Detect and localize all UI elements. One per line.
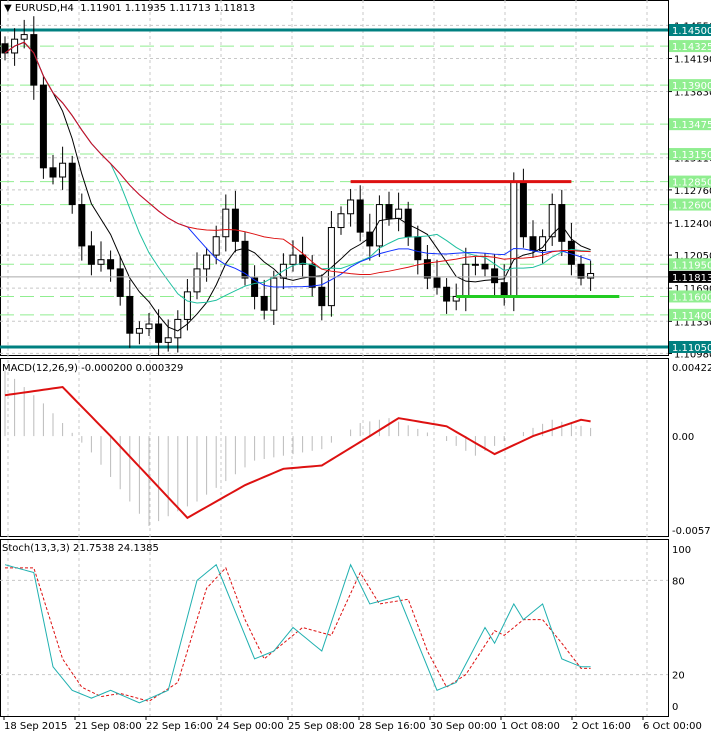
candle-body <box>107 259 115 270</box>
macd-tick-label: 0.004227 <box>672 363 711 374</box>
stoch-tick-label: 80 <box>672 576 685 587</box>
low-value: 1.11713 <box>169 3 211 14</box>
high-value: 1.11935 <box>124 3 167 14</box>
stoch-signal-line <box>5 566 591 702</box>
candle-body <box>39 84 47 169</box>
level-label: 1.11050 <box>672 343 711 354</box>
macd-tick-label: -0.005744 <box>672 526 711 537</box>
candle-body <box>135 328 143 334</box>
time-label: 24 Sep 00:00 <box>217 721 284 732</box>
candle-body <box>347 199 355 215</box>
candle-body <box>318 286 326 307</box>
candle-body <box>30 34 38 86</box>
candle-body <box>337 213 345 229</box>
candle-body <box>529 236 537 252</box>
time-label: 18 Sep 2015 <box>4 721 67 732</box>
candle-body <box>443 286 451 302</box>
current-price-label: 1.11813 <box>672 273 711 284</box>
candle-body <box>395 208 403 219</box>
macd-label: MACD(12,26,9) -0.000200 0.000329 <box>2 363 184 374</box>
candle-body <box>270 277 278 311</box>
open-value: 1.11901 <box>80 3 122 14</box>
candle-body <box>203 254 211 270</box>
candle-body <box>308 263 316 288</box>
candle-body <box>174 318 182 339</box>
level-label: 1.12600 <box>672 201 711 212</box>
price-tick-label: 1.14190 <box>674 54 711 65</box>
stoch-main-line <box>4 563 591 704</box>
time-label: 21 Sep 08:00 <box>75 721 142 732</box>
candle-body <box>212 236 220 256</box>
time-label: 30 Sep 00:00 <box>430 721 497 732</box>
candle-body <box>385 204 393 219</box>
symbol-label: EURUSD,H4 <box>14 3 74 14</box>
stoch-label: Stoch(13,3,3) 21.7538 24.1385 <box>2 543 159 554</box>
candle-body <box>193 268 201 293</box>
level-label: 1.13475 <box>672 120 711 131</box>
candle-body <box>78 204 86 247</box>
candle-body <box>59 162 67 178</box>
time-label: 2 Oct 16:00 <box>572 721 631 732</box>
level-label: 1.11950 <box>672 260 711 271</box>
candle-body <box>289 254 297 265</box>
candle-body <box>49 167 57 178</box>
trading-chart-window: 1.145501.141901.138301.131101.127601.124… <box>0 0 711 733</box>
stoch-tick-label: 20 <box>672 671 685 682</box>
candle-body <box>587 272 595 279</box>
time-label: 6 Oct 00:00 <box>643 721 702 732</box>
level-label: 1.13900 <box>672 81 711 92</box>
candle-body <box>97 259 105 265</box>
candle-body <box>414 236 422 261</box>
candle-body <box>145 323 153 330</box>
candle-body <box>558 204 566 242</box>
stoch-tick-label: 100 <box>672 545 691 556</box>
candle-body <box>231 208 239 242</box>
ma-red <box>4 41 591 276</box>
candle-body <box>68 162 76 206</box>
level-label: 1.13150 <box>672 150 711 161</box>
price-tick-label: 1.12400 <box>674 219 711 230</box>
candle-body <box>183 291 191 320</box>
candle-body <box>126 295 134 334</box>
close-value: 1.11813 <box>213 3 256 14</box>
candle-body <box>164 337 172 343</box>
level-label: 1.11600 <box>672 292 711 303</box>
time-label: 25 Sep 08:00 <box>288 721 355 732</box>
level-label: 1.12850 <box>672 178 711 189</box>
chart-header: ▼ EURUSD,H4 1.11901 1.11935 1.11713 1.11… <box>4 3 256 14</box>
time-label: 1 Oct 08:00 <box>501 721 560 732</box>
time-label: 22 Sep 16:00 <box>146 721 213 732</box>
macd-signal-line <box>4 385 591 520</box>
stoch-tick-label: 0 <box>672 702 678 713</box>
candle-body <box>356 199 364 233</box>
candle-body <box>116 268 124 297</box>
candle-body <box>481 263 489 270</box>
candle-body <box>222 208 230 238</box>
candle-body <box>471 263 479 266</box>
candle-body <box>260 295 268 311</box>
candle-body <box>510 181 518 297</box>
candle-body <box>87 245 95 265</box>
candle-body <box>327 227 335 307</box>
candle-body <box>500 282 508 297</box>
candle-body <box>20 34 28 40</box>
candle-body <box>155 323 163 343</box>
candle-body <box>519 181 527 238</box>
level-label: 1.11400 <box>672 311 711 322</box>
macd-tick-label: 0.00 <box>672 432 694 443</box>
candle-body <box>433 277 441 288</box>
candle-body <box>491 268 499 284</box>
level-label: 1.14325 <box>672 42 711 53</box>
candle-body <box>577 263 585 279</box>
level-label: 1.14500 <box>672 26 711 37</box>
time-label: 28 Sep 16:00 <box>359 721 426 732</box>
